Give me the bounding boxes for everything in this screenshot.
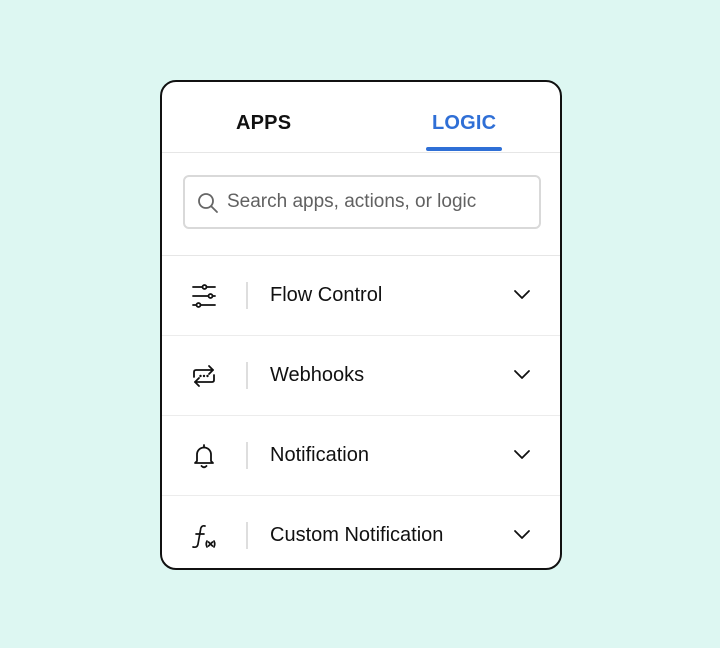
chevron-down-icon[interactable]	[513, 288, 531, 302]
bell-icon	[194, 444, 214, 469]
row-divider	[246, 282, 248, 309]
list-item-webhooks[interactable]: Webhooks	[162, 336, 560, 416]
chevron-down-icon[interactable]	[513, 448, 531, 462]
search-input[interactable]	[227, 177, 527, 227]
list-item-label: Flow Control	[270, 284, 383, 306]
row-divider	[246, 442, 248, 469]
list-item-label: Notification	[270, 444, 369, 466]
function-icon	[192, 524, 216, 549]
list-item-label: Webhooks	[270, 364, 365, 386]
webhook-arrows-icon	[193, 365, 215, 387]
logic-panel: APPS LOGIC Search apps, actions, or logi…	[160, 80, 562, 570]
tab-bar: APPS LOGIC	[162, 82, 560, 153]
search-box[interactable]	[183, 175, 541, 229]
tab-logic[interactable]: LOGIC	[432, 111, 496, 135]
sliders-icon	[192, 284, 216, 308]
list-item-flow-control[interactable]: Flow Control	[162, 256, 560, 336]
list-item-notification[interactable]: Notification	[162, 416, 560, 496]
active-tab-indicator	[426, 147, 502, 151]
search-section	[162, 153, 560, 256]
row-divider	[246, 362, 248, 389]
list-item-label: Custom Notification	[270, 524, 444, 546]
row-divider	[246, 522, 248, 549]
search-icon	[198, 193, 218, 213]
chevron-down-icon[interactable]	[513, 528, 531, 542]
tab-apps[interactable]: APPS	[236, 111, 291, 135]
logic-list: Flow Control Webhooks Notification Custo…	[162, 256, 560, 568]
list-item-custom-notification[interactable]: Custom Notification	[162, 496, 560, 568]
chevron-down-icon[interactable]	[513, 368, 531, 382]
